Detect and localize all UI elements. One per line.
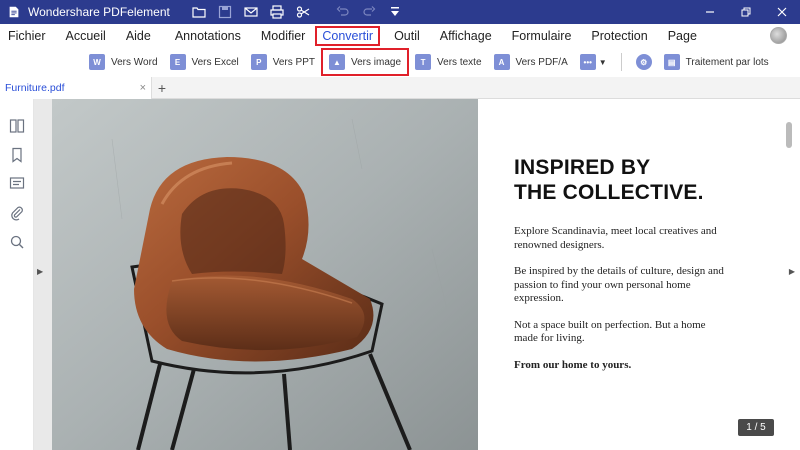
image-icon: ▲ [329, 54, 345, 70]
menu-page[interactable]: Page [658, 26, 707, 46]
menu-modifier[interactable]: Modifier [251, 26, 315, 46]
more-formats-button[interactable]: ••• ▼ [574, 50, 613, 74]
to-excel-button[interactable]: E Vers Excel [164, 50, 245, 74]
paragraph: Be inspired by the details of culture, d… [514, 265, 724, 304]
batch-label: Traitement par lots [685, 56, 769, 68]
menu-bar: Fichier Accueil Aide Annotations Modifie… [0, 24, 800, 48]
to-image-button[interactable]: ▲ Vers image [321, 48, 410, 76]
to-pdfa-button[interactable]: A Vers PDF/A [488, 50, 574, 74]
app-logo-icon [6, 4, 22, 20]
document-text-column: INSPIRED BY THE COLLECTIVE. Explore Scan… [514, 155, 724, 372]
restore-icon[interactable] [728, 0, 764, 24]
expand-left-panel-icon[interactable]: ▶ [37, 267, 43, 276]
to-ppt-button[interactable]: P Vers PPT [245, 50, 321, 74]
document-tab-bar: Furniture.pdf × + [0, 76, 800, 99]
word-icon: W [89, 54, 105, 70]
menu-convertir[interactable]: Convertir [315, 26, 381, 46]
more-formats-icon: ••• [579, 54, 596, 70]
batch-icon: ▤ [663, 54, 680, 70]
undo-icon[interactable] [330, 0, 356, 24]
avatar[interactable] [770, 27, 787, 44]
to-text-button[interactable]: T Vers texte [409, 50, 487, 74]
page-headline: INSPIRED BY THE COLLECTIVE. [514, 156, 704, 204]
menu-accueil[interactable]: Accueil [56, 26, 116, 46]
menu-formulaire[interactable]: Formulaire [502, 26, 582, 46]
menu-protection[interactable]: Protection [581, 26, 657, 46]
print-icon[interactable] [264, 0, 290, 24]
chevron-down-icon: ▼ [598, 57, 607, 67]
batch-process-button[interactable]: ▤ Traitement par lots [658, 50, 775, 74]
bookmark-icon[interactable] [0, 140, 34, 169]
add-tab-button[interactable]: + [152, 80, 172, 96]
pdfa-icon: A [493, 54, 510, 70]
gear-icon: ⚙ [635, 54, 652, 70]
left-sidebar [0, 99, 34, 450]
paragraph: Explore Scandinavia, meet local creative… [514, 225, 717, 251]
pdf-page: INSPIRED BY THE COLLECTIVE. Explore Scan… [52, 99, 778, 450]
tab-close-icon[interactable]: × [140, 82, 146, 94]
excel-icon: E [169, 54, 186, 70]
to-pdfa-label: Vers PDF/A [515, 56, 568, 68]
comment-icon[interactable] [0, 169, 34, 198]
text-icon: T [415, 54, 432, 70]
settings-button[interactable]: ⚙ [630, 50, 658, 74]
to-excel-label: Vers Excel [191, 56, 239, 68]
convert-ribbon: W Vers Word E Vers Excel P Vers PPT ▲ Ve… [0, 48, 800, 76]
redo-icon[interactable] [356, 0, 382, 24]
page-indicator: 1 / 5 [738, 419, 774, 436]
minimize-icon[interactable] [692, 0, 728, 24]
menu-fichier[interactable]: Fichier [0, 26, 56, 46]
search-icon[interactable] [0, 227, 34, 256]
mail-icon[interactable] [238, 0, 264, 24]
menu-outil[interactable]: Outil [384, 26, 430, 46]
attachment-icon[interactable] [0, 198, 34, 227]
expand-right-panel-icon[interactable]: ▶ [789, 267, 795, 276]
tab-filename: Furniture.pdf [5, 81, 65, 94]
menu-affichage[interactable]: Affichage [430, 26, 502, 46]
to-text-label: Vers texte [437, 56, 482, 68]
window-controls [692, 0, 800, 24]
menu-aide[interactable]: Aide [116, 26, 161, 46]
to-word-label: Vers Word [111, 56, 158, 68]
scrollbar-thumb[interactable] [786, 122, 792, 148]
tagline: From our home to yours. [514, 358, 632, 371]
thumbnails-icon[interactable] [0, 111, 34, 140]
leather-chair-photo [52, 99, 478, 450]
scissors-icon[interactable] [290, 0, 316, 24]
to-word-button[interactable]: W Vers Word [83, 50, 164, 74]
folder-icon[interactable] [186, 0, 212, 24]
menu-annotations[interactable]: Annotations [165, 26, 251, 46]
title-bar: Wondershare PDFelement [0, 0, 800, 24]
ribbon-divider [620, 53, 622, 71]
close-icon[interactable] [764, 0, 800, 24]
dropdown-icon[interactable] [382, 0, 408, 24]
to-image-label: Vers image [351, 56, 402, 68]
tab-furniture-pdf[interactable]: Furniture.pdf × [0, 76, 152, 99]
ppt-icon: P [250, 54, 267, 70]
paragraph: Not a space built on perfection. But a h… [514, 318, 706, 345]
app-title: Wondershare PDFelement [28, 5, 170, 19]
save-icon[interactable] [212, 0, 238, 24]
to-ppt-label: Vers PPT [272, 56, 315, 68]
